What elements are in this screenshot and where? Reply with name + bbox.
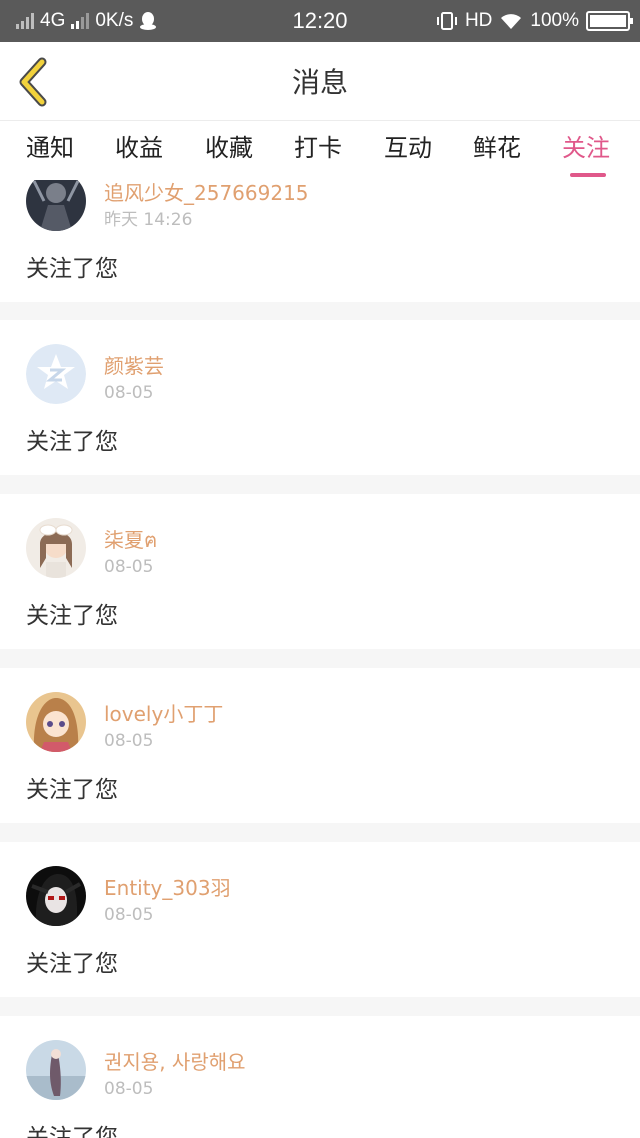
avatar[interactable] (26, 866, 86, 926)
page-title: 消息 (291, 66, 348, 99)
avatar[interactable] (26, 180, 86, 231)
timestamp: 08-05 (104, 383, 154, 403)
avatar[interactable] (26, 344, 86, 404)
tab-notice[interactable]: 通知 (26, 133, 74, 163)
message-text: 关注了您 (26, 256, 118, 282)
vibrate-icon (436, 12, 457, 30)
tab-follow[interactable]: 关注 (562, 133, 610, 163)
tab-earnings[interactable]: 收益 (115, 133, 163, 163)
message-text: 关注了您 (26, 603, 118, 629)
message-text: 关注了您 (26, 429, 118, 455)
notification-list[interactable]: 追风少女_257669215 昨天 14:26 关注了您 颜紫芸 08-05 关… (0, 180, 640, 1138)
timestamp: 08-05 (104, 905, 154, 925)
list-item[interactable]: 追风少女_257669215 昨天 14:26 关注了您 (0, 180, 640, 302)
wifi-icon (501, 14, 522, 29)
battery-icon (586, 11, 633, 31)
active-tab-indicator (570, 173, 606, 177)
list-item[interactable]: 颜紫芸 08-05 关注了您 (0, 320, 640, 475)
battery-percent: 100% (530, 10, 579, 31)
timestamp: 昨天 14:26 (104, 210, 193, 230)
avatar[interactable] (26, 518, 86, 578)
timestamp: 08-05 (104, 557, 154, 577)
user-name[interactable]: 권지용, 사랑해요 (104, 1049, 246, 1075)
message-text: 关注了您 (26, 951, 118, 977)
list-item[interactable]: 권지용, 사랑해요 08-05 关注了您 (0, 1016, 640, 1138)
list-item[interactable]: Entity_303羽 08-05 关注了您 (0, 842, 640, 997)
nav-header: 消息 (0, 42, 640, 120)
list-item[interactable]: 柒夏ฅ 08-05 关注了您 (0, 494, 640, 649)
user-name[interactable]: 柒夏ฅ (104, 527, 157, 553)
tab-interaction[interactable]: 互动 (384, 133, 432, 163)
avatar[interactable] (26, 1040, 86, 1100)
message-text: 关注了您 (26, 777, 118, 803)
status-bar: 4G 0K/s 12:20 HD 100% (0, 0, 640, 42)
user-name[interactable]: 追风少女_257669215 (104, 180, 309, 206)
list-item[interactable]: lovely小丁丁 08-05 关注了您 (0, 668, 640, 823)
tab-favorites[interactable]: 收藏 (205, 133, 253, 163)
tab-flowers[interactable]: 鲜花 (473, 133, 521, 163)
tab-bar: 通知 收益 收藏 打卡 互动 鲜花 关注 (0, 120, 640, 180)
avatar[interactable] (26, 692, 86, 752)
user-name[interactable]: 颜紫芸 (104, 353, 164, 379)
timestamp: 08-05 (104, 1079, 154, 1099)
message-text: 关注了您 (26, 1125, 118, 1138)
timestamp: 08-05 (104, 731, 154, 751)
tab-checkin[interactable]: 打卡 (294, 133, 342, 163)
user-name[interactable]: lovely小丁丁 (104, 701, 223, 727)
hd-indicator: HD (464, 10, 493, 31)
user-name[interactable]: Entity_303羽 (104, 875, 231, 901)
